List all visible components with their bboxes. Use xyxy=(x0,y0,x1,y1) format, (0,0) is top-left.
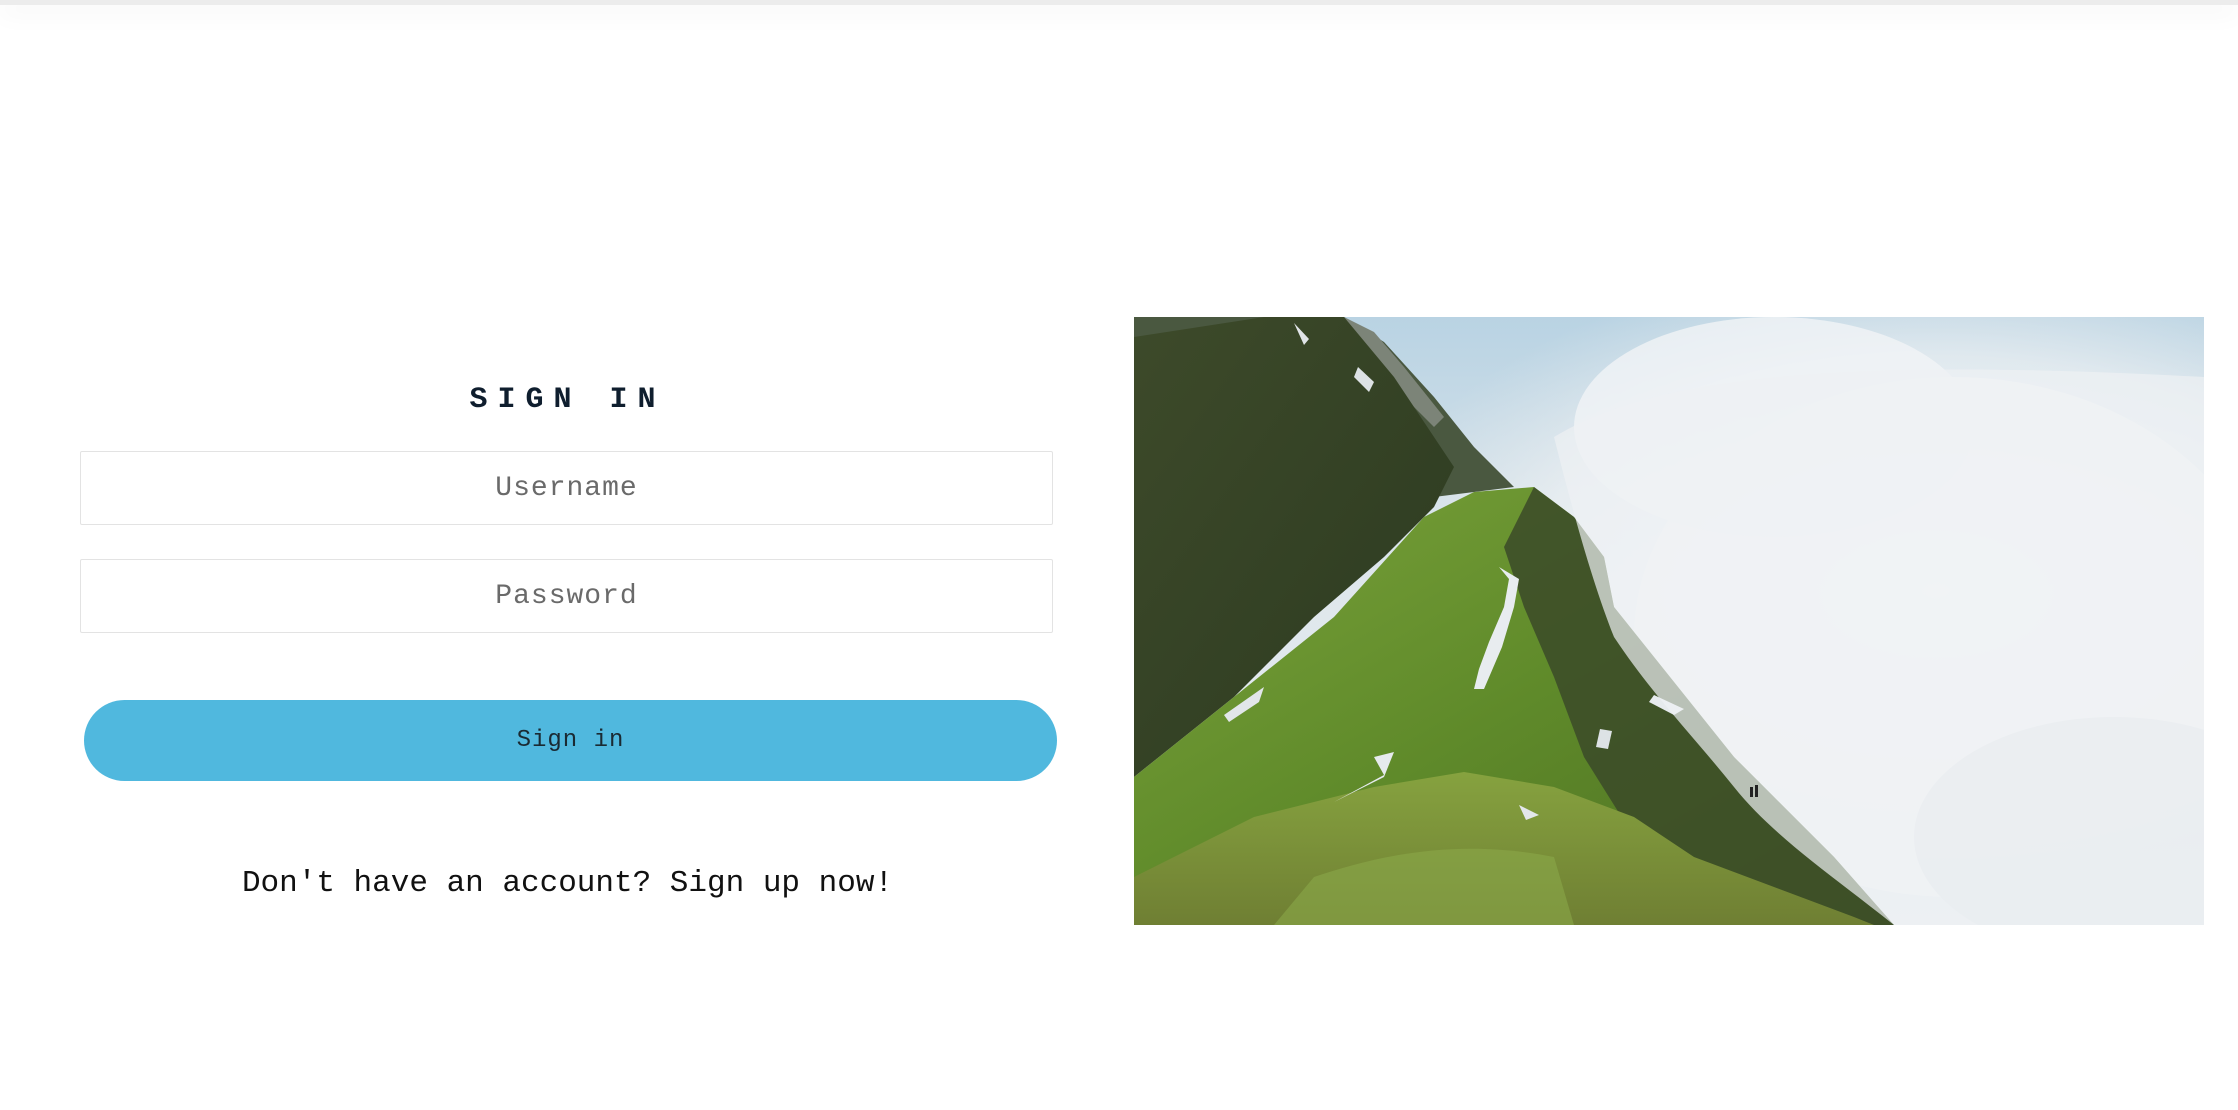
signin-title: SIGN IN xyxy=(469,383,666,417)
mountain-ridge-image xyxy=(1134,317,2204,925)
signin-button[interactable]: Sign in xyxy=(84,700,1057,781)
username-field[interactable] xyxy=(80,451,1053,525)
hero-image xyxy=(1134,317,2204,925)
password-field[interactable] xyxy=(80,559,1053,633)
top-bar-shadow xyxy=(0,0,2238,5)
signup-link[interactable]: Don't have an account? Sign up now! xyxy=(80,864,1055,904)
